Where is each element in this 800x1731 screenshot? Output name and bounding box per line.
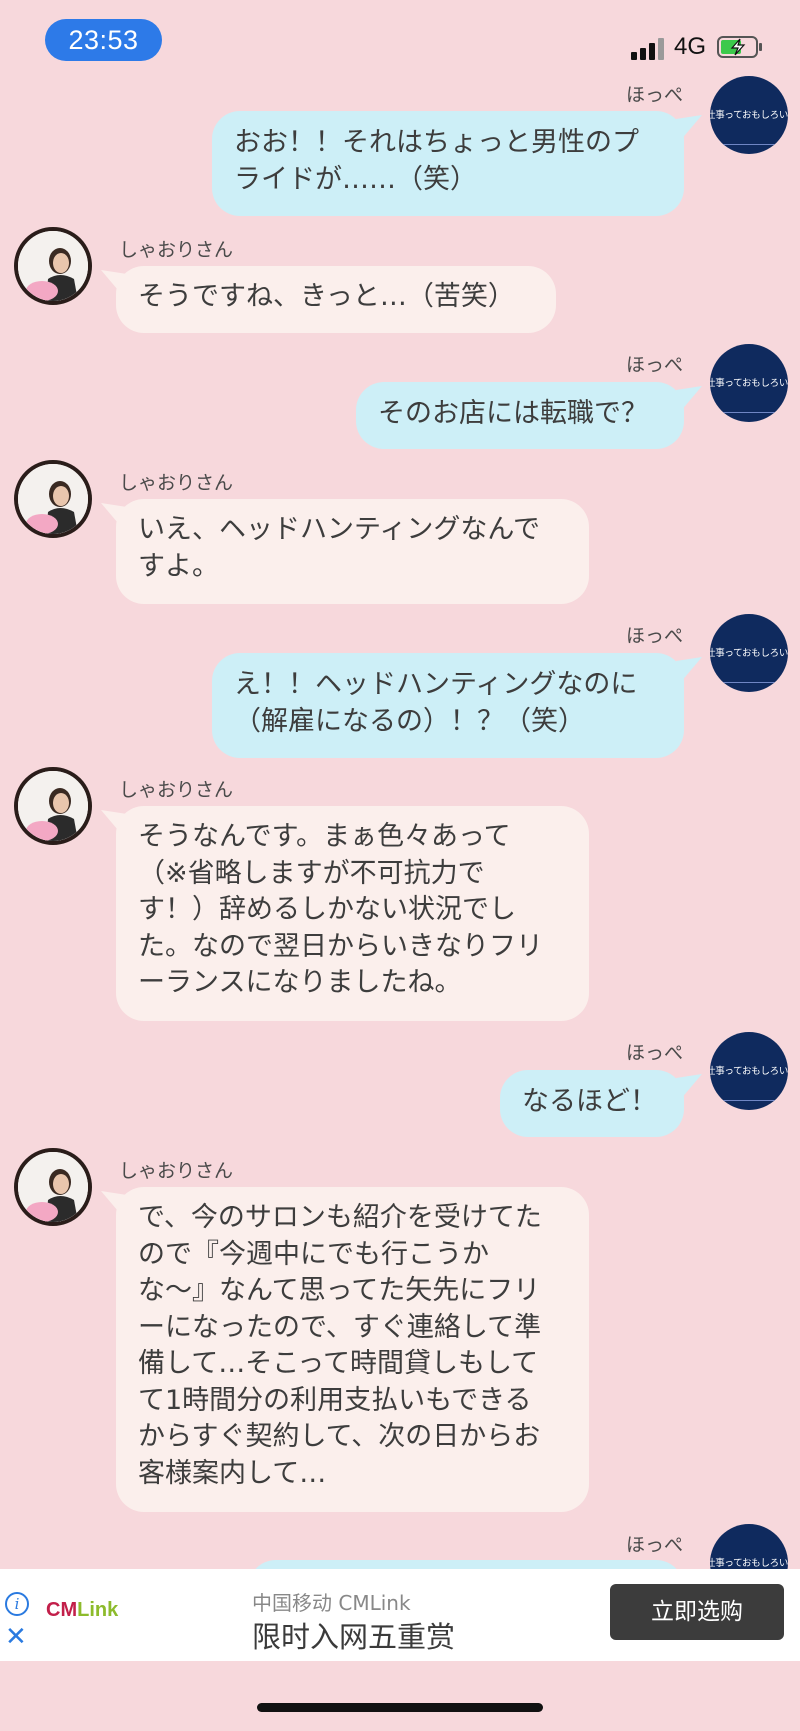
message-line: す！）辞めるしかない状況でし <box>138 894 516 925</box>
profile-photo <box>18 771 88 841</box>
message-bubble-incoming[interactable]: そうなんです。まぁ色々あって （※省略しますが不可抗力で す！）辞めるしかない状… <box>116 806 589 1021</box>
sender-name: ほっぺ <box>626 84 684 106</box>
bubble-tail <box>676 386 702 412</box>
sender-name: ほっぺ <box>626 1042 684 1064</box>
ad-logo: CMLink <box>46 1599 119 1621</box>
message-line: （解雇になるの）！？（笑） <box>234 705 585 737</box>
profile-photo <box>18 1152 88 1222</box>
message-line: ーランスになりましたね。 <box>138 967 462 998</box>
message-bubble-outgoing[interactable]: え！！ヘッドハンティングなのに （解雇になるの）！？（笑） <box>212 653 684 758</box>
sender-name: しゃおりさん <box>119 239 234 261</box>
message-line: で、今のサロンも紹介を受けてた <box>138 1202 542 1233</box>
message-line: て1時間分の利用支払いもできる <box>138 1384 532 1416</box>
sender-name: しゃおりさん <box>119 1160 234 1182</box>
ad-buy-button[interactable]: 立即选购 <box>610 1584 784 1640</box>
status-time: 23:53 <box>45 19 162 61</box>
message-line: おお！！それはちょっと男性のプ <box>234 127 639 158</box>
profile-photo <box>18 464 88 534</box>
message-line: え！！ヘッドハンティングなのに <box>234 669 638 700</box>
message-line: ライドが……（笑） <box>234 163 477 195</box>
sender-name: しゃおりさん <box>119 472 234 494</box>
message-bubble-incoming[interactable]: で、今のサロンも紹介を受けてた ので『今週中にでも行こうか な〜』なんて思ってた… <box>116 1187 589 1512</box>
message-line: （※省略しますが不可抗力で <box>138 857 485 889</box>
message-line: からすぐ契約して、次の日からお <box>138 1421 541 1452</box>
avatar[interactable] <box>14 227 92 305</box>
avatar[interactable] <box>14 1148 92 1226</box>
message-line: ので『今週中にでも行こうか <box>138 1238 489 1270</box>
bubble-tail <box>676 1074 702 1100</box>
sender-name: ほっぺ <box>626 1534 684 1556</box>
profile-photo <box>18 231 88 301</box>
message-line: いえ、ヘッドハンティングなんで <box>138 514 541 545</box>
message-line: ーになったので、すぐ連絡して準 <box>138 1311 542 1343</box>
sender-name: ほっぺ <box>626 625 684 647</box>
message-line: た。なので翌日からいきなりフリ <box>138 930 543 962</box>
message-line: 備して…そこって時間貸しもして <box>138 1348 539 1379</box>
avatar[interactable]: 仕事っておもしろいや <box>710 344 788 422</box>
network-type: 4G <box>674 33 707 60</box>
avatar[interactable]: 仕事っておもしろいや <box>710 1032 788 1110</box>
message-bubble-incoming[interactable]: そうですね、きっと…（苦笑） <box>116 266 556 333</box>
bubble-tail <box>676 115 702 141</box>
signal-strength-icon <box>631 36 666 60</box>
message-line: そうなんです。まぁ色々あって <box>138 821 511 852</box>
avatar[interactable] <box>14 460 92 538</box>
message-bubble-outgoing[interactable]: そのお店には転職で？ <box>356 382 684 449</box>
ad-title: 中国移动 CMLink <box>252 1591 411 1615</box>
battery-charging-icon <box>717 36 762 58</box>
avatar[interactable]: 仕事っておもしろいや <box>710 76 788 154</box>
status-bar: 23:53 4G <box>0 0 800 80</box>
message-line: 客様案内して… <box>138 1457 327 1489</box>
message-line: そのお店には転職で？ <box>378 398 648 429</box>
sender-name: しゃおりさん <box>119 779 234 801</box>
ad-banner[interactable]: i ✕ CMLink 中国移动 CMLink 限时入网五重赏 立即选购 <box>0 1569 800 1661</box>
message-bubble-outgoing[interactable]: おお！！それはちょっと男性のプ ライドが……（笑） <box>212 111 684 216</box>
bubble-tail <box>676 657 702 683</box>
message-bubble-outgoing[interactable]: なるほど！ <box>500 1070 684 1137</box>
message-line: そうですね、きっと…（苦笑） <box>138 281 515 312</box>
message-line: すよ。 <box>138 550 219 582</box>
avatar[interactable] <box>14 767 92 845</box>
avatar[interactable]: 仕事っておもしろいや <box>710 614 788 692</box>
message-bubble-incoming[interactable]: いえ、ヘッドハンティングなんで すよ。 <box>116 499 589 604</box>
message-line: なるほど！ <box>522 1086 657 1117</box>
message-line: な〜』なんて思ってた矢先にフリ <box>138 1275 541 1306</box>
home-indicator[interactable] <box>257 1703 543 1712</box>
close-icon[interactable]: ✕ <box>5 1624 27 1650</box>
ad-text: 限时入网五重赏 <box>252 1620 456 1654</box>
sender-name: ほっぺ <box>626 354 684 376</box>
info-icon[interactable]: i <box>5 1592 29 1616</box>
